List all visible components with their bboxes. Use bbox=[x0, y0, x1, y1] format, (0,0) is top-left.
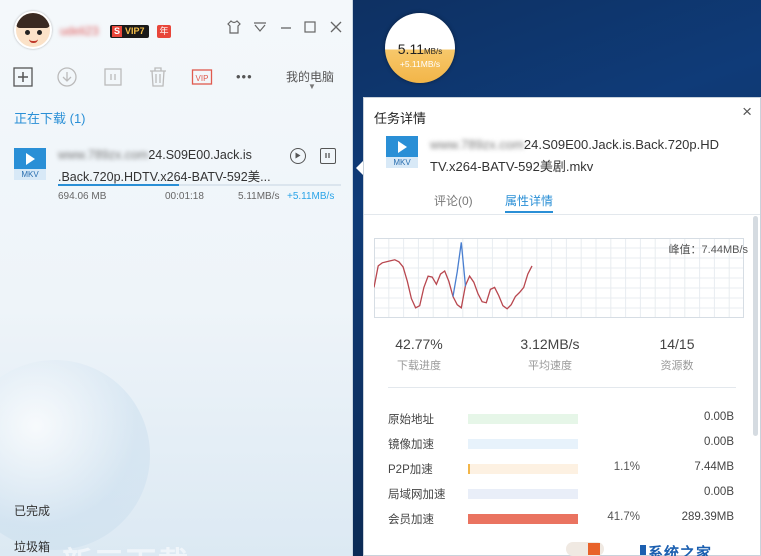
caret-down-icon[interactable]: ▼ bbox=[308, 82, 316, 91]
source-name: P2P加速 bbox=[388, 464, 433, 476]
source-amount: 7.44MB bbox=[694, 461, 734, 473]
source-bar-fill bbox=[468, 514, 578, 524]
source-bar bbox=[468, 464, 578, 474]
source-bar bbox=[468, 514, 578, 524]
stats-divider bbox=[388, 387, 736, 388]
source-bar-fill bbox=[468, 464, 471, 474]
panel-file-name-line-2: TV.x264-BATV-592美剧.mkv bbox=[430, 159, 594, 174]
source-amount: 0.00B bbox=[703, 411, 734, 423]
watermark-text: 系统之家 bbox=[648, 545, 713, 556]
file-name-text: 24.S09E00.Jack.is.Back.720p.HD bbox=[523, 137, 720, 152]
close-icon[interactable]: × bbox=[742, 103, 752, 120]
source-row: 局域网加速 0.00B bbox=[364, 486, 760, 502]
file-name-hidden-part: www.789zx.com bbox=[58, 148, 149, 162]
stats-row: 42.77% 下载进度 3.12MB/s 平均速度 14/15 资源数 bbox=[364, 330, 760, 378]
start-download-icon[interactable] bbox=[56, 66, 78, 88]
sources-value: 14/15 bbox=[659, 336, 695, 352]
more-icon[interactable]: ••• bbox=[236, 66, 258, 88]
panel-file-name-line-1: www.789zx.com24.S09E00.Jack.is.Back.720p… bbox=[430, 137, 719, 152]
avatar[interactable] bbox=[14, 11, 52, 49]
speed-ball-value: 5.11MB/s bbox=[385, 41, 455, 57]
tab-comments[interactable]: 评论(0) bbox=[434, 192, 473, 209]
new-task-icon[interactable] bbox=[12, 66, 34, 88]
annual-member-badge: 年 bbox=[157, 25, 171, 38]
watermark-block-icon bbox=[640, 545, 646, 555]
tab-divider bbox=[364, 214, 760, 215]
task-details-panel: 任务详情 × MKV www.789zx.com24.S09E00.Jack.i… bbox=[363, 97, 761, 556]
menu-icon[interactable] bbox=[251, 19, 269, 37]
speed-value: 5.11 bbox=[397, 41, 424, 57]
source-amount: 0.00B bbox=[703, 486, 734, 498]
time-remaining: 00:01:18 bbox=[165, 191, 204, 202]
source-name: 原始地址 bbox=[388, 414, 434, 426]
source-row: 会员加速 41.7% 289.39MB bbox=[364, 511, 760, 527]
source-name: 镜像加速 bbox=[388, 439, 434, 451]
speed-ball[interactable]: 5.11MB/s +5.11MB/s bbox=[385, 13, 455, 83]
minimize-icon[interactable] bbox=[277, 19, 295, 37]
speed-unit: MB/s bbox=[423, 47, 443, 56]
tab-properties[interactable]: 属性详情 bbox=[505, 192, 554, 213]
pause-task-icon[interactable] bbox=[320, 148, 336, 164]
source-name: 会员加速 bbox=[388, 514, 434, 526]
source-row: 镜像加速 0.00B bbox=[364, 436, 760, 452]
download-speed: 5.11MB/s bbox=[238, 191, 280, 202]
source-amount: 289.39MB bbox=[681, 511, 734, 523]
source-percent: 1.1% bbox=[613, 461, 640, 473]
panel-scrollbar[interactable] bbox=[753, 216, 758, 436]
progress-value: 42.77% bbox=[395, 336, 443, 352]
trash-section[interactable]: 垃圾箱 bbox=[14, 538, 50, 555]
speed-ball-boost: +5.11MB/s bbox=[399, 59, 441, 69]
avg-speed-value: 3.12MB/s bbox=[520, 336, 580, 352]
vip-icon-label: VIP bbox=[196, 74, 209, 83]
panel-title: 任务详情 bbox=[374, 111, 427, 126]
delete-icon[interactable] bbox=[147, 66, 169, 88]
open-folder-icon[interactable] bbox=[290, 148, 306, 164]
boost-speed: +5.11MB/s bbox=[287, 191, 335, 202]
sources-label: 资源数 bbox=[660, 360, 694, 372]
source-bar bbox=[468, 439, 578, 449]
download-progress-fill bbox=[58, 184, 180, 186]
panel-tabs: 评论(0) 属性详情 bbox=[364, 192, 760, 213]
source-percent: 41.7% bbox=[607, 511, 640, 523]
mkv-file-icon: MKV bbox=[14, 148, 46, 180]
source-amount: 0.00B bbox=[703, 436, 734, 448]
download-progress-bar bbox=[58, 184, 341, 186]
close-icon[interactable] bbox=[327, 19, 345, 37]
file-size: 694.06 MB bbox=[58, 191, 107, 202]
progress-label: 下载进度 bbox=[397, 360, 441, 372]
source-row: P2P加速 1.1% 7.44MB bbox=[364, 461, 760, 477]
avg-speed-label: 平均速度 bbox=[528, 360, 572, 372]
source-bar bbox=[468, 414, 578, 424]
title-bar: udeli23 VIP7 年 bbox=[0, 0, 352, 58]
downloading-header[interactable]: 正在下载 (1) bbox=[14, 108, 86, 127]
download-item[interactable]: MKV www.789zx.com24.S09E00.Jack.is .Back… bbox=[0, 140, 352, 210]
toolbar: VIP ••• 我的电脑 ▼ bbox=[0, 60, 352, 92]
watermark-logo-icon bbox=[566, 542, 604, 556]
maximize-icon[interactable] bbox=[301, 19, 319, 37]
speed-series-line-0 bbox=[373, 259, 533, 310]
completed-section[interactable]: 已完成 bbox=[14, 502, 50, 519]
file-name-hidden-part: www.789zx.com bbox=[430, 137, 524, 152]
file-type-label: MKV bbox=[14, 169, 46, 180]
decorative-bubble bbox=[0, 360, 150, 550]
file-type-label: MKV bbox=[386, 157, 418, 168]
download-manager-window: udeli23 VIP7 年 VIP bbox=[0, 0, 353, 556]
peak-speed-label: 峰值：7.44MB/s bbox=[668, 244, 748, 256]
mkv-file-icon: MKV bbox=[386, 136, 418, 168]
source-bar bbox=[468, 489, 578, 499]
pause-icon[interactable] bbox=[102, 66, 124, 88]
source-name: 局域网加速 bbox=[388, 489, 446, 501]
vip-icon[interactable]: VIP bbox=[191, 66, 213, 88]
skin-icon[interactable] bbox=[225, 19, 243, 37]
file-name-line-2: .Back.720p.HDTV.x264-BATV-592美... bbox=[58, 170, 271, 184]
file-name-line-1: www.789zx.com24.S09E00.Jack.is bbox=[58, 148, 252, 162]
file-name-text: 24.S09E00.Jack.is bbox=[148, 148, 252, 162]
username[interactable]: udeli23 bbox=[60, 24, 104, 38]
brand-watermark: 新三下载 bbox=[62, 538, 190, 556]
source-row: 原始地址 0.00B bbox=[364, 411, 760, 427]
vip-level-badge[interactable]: VIP7 bbox=[110, 25, 149, 38]
